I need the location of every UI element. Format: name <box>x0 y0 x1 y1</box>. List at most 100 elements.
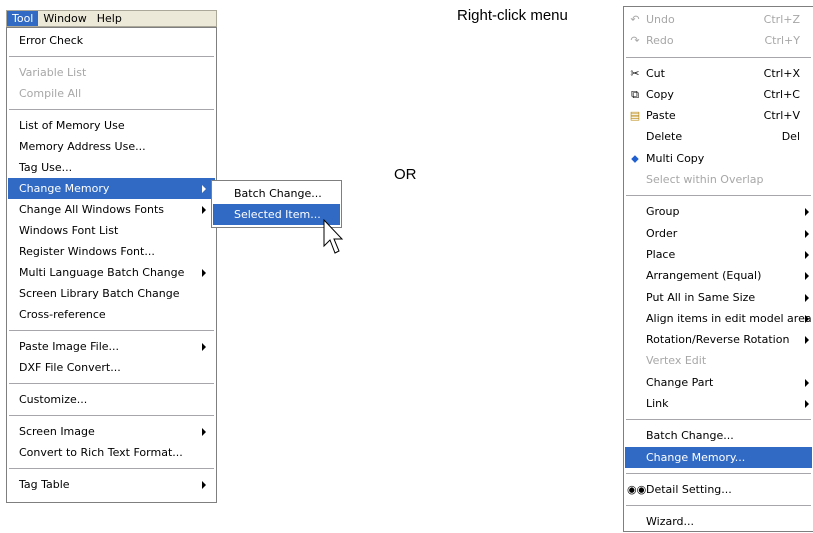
submenu-arrow-icon <box>202 481 206 489</box>
context-item-label: Group <box>646 205 680 219</box>
context-item-label: Cut <box>646 66 665 80</box>
menu-item-cross-reference[interactable]: Cross-reference <box>8 304 215 325</box>
context-item-order[interactable]: Order <box>625 223 812 244</box>
menu-separator <box>9 468 214 469</box>
context-item-place[interactable]: Place <box>625 244 812 265</box>
menu-item-multi-language-batch-change[interactable]: Multi Language Batch Change <box>8 262 215 283</box>
context-item-group[interactable]: Group <box>625 201 812 222</box>
menu-item-dxf-file-convert[interactable]: DXF File Convert... <box>8 357 215 378</box>
or-label: OR <box>394 166 417 183</box>
menu-item-label: Screen Image <box>19 425 95 438</box>
context-item-same-size[interactable]: Put All in Same Size <box>625 287 812 308</box>
submenu-arrow-icon <box>202 185 206 193</box>
context-item-copy[interactable]: ⧉ Copy Ctrl+C <box>625 84 812 105</box>
menu-item-customize[interactable]: Customize... <box>8 389 215 410</box>
context-item-label: Multi Copy <box>646 151 705 165</box>
menu-item-tag-table[interactable]: Tag Table <box>8 474 215 495</box>
menu-item-label: Tag Table <box>19 478 70 491</box>
submenu-arrow-icon <box>805 208 809 217</box>
menu-separator <box>626 419 811 421</box>
menu-item-screen-image[interactable]: Screen Image <box>8 421 215 442</box>
menu-separator <box>9 330 214 331</box>
eyes-icon: ◉◉ <box>627 482 647 496</box>
context-item-redo: ↷ Redo Ctrl+Y <box>625 30 812 51</box>
context-item-change-memory[interactable]: Change Memory... <box>625 446 812 468</box>
submenu-arrow-icon <box>202 343 206 351</box>
context-item-label: Arrangement (Equal) <box>646 269 762 283</box>
context-item-label: Align items in edit model area <box>646 311 812 325</box>
shortcut-label: Ctrl+X <box>763 66 800 80</box>
copy-icon: ⧉ <box>631 87 639 101</box>
context-item-label: Order <box>646 226 678 240</box>
menu-window[interactable]: Window <box>38 11 91 26</box>
scissors-icon: ✂ <box>630 66 640 80</box>
tool-menu: Error Check Variable List Compile All Li… <box>6 27 217 503</box>
shortcut-label: Del <box>781 130 800 144</box>
menu-help[interactable]: Help <box>92 11 127 26</box>
submenu-item-selected-item[interactable]: Selected Item... <box>213 204 340 225</box>
submenu-arrow-icon <box>805 378 809 387</box>
context-item-cut[interactable]: ✂ Cut Ctrl+X <box>625 63 812 84</box>
menu-separator <box>626 505 811 507</box>
submenu-arrow-icon <box>805 314 809 323</box>
redo-icon: ↷ <box>630 34 640 48</box>
submenu-arrow-icon <box>202 206 206 214</box>
rclick-menu-title: Right-click menu <box>457 7 568 24</box>
menu-item-variable-list: Variable List <box>19 66 87 79</box>
menu-item-screen-library-batch-change[interactable]: Screen Library Batch Change <box>8 283 215 304</box>
submenu-arrow-icon <box>805 250 809 259</box>
menu-item-tag-use[interactable]: Tag Use... <box>8 157 215 178</box>
context-item-multi-copy[interactable]: ⬥ Multi Copy <box>625 148 812 169</box>
context-item-change-part[interactable]: Change Part <box>625 372 812 393</box>
menu-item-change-all-fonts[interactable]: Change All Windows Fonts <box>8 199 215 220</box>
context-item-label: Delete <box>646 130 683 144</box>
context-item-select-overlap: Select within Overlap <box>646 173 764 187</box>
shortcut-label: Ctrl+Z <box>763 13 800 26</box>
context-item-detail-setting[interactable]: ◉◉ Detail Setting... <box>625 479 812 500</box>
menu-item-windows-font-list[interactable]: Windows Font List <box>8 220 215 241</box>
shortcut-label: Ctrl+Y <box>764 34 800 48</box>
submenu-arrow-icon <box>805 229 809 238</box>
submenu-arrow-icon <box>805 400 809 409</box>
context-item-batch-change[interactable]: Batch Change... <box>625 425 812 446</box>
menu-item-convert-rtf[interactable]: Convert to Rich Text Format... <box>8 442 215 463</box>
context-item-label: Copy <box>646 87 674 101</box>
menu-item-memory-address-use[interactable]: Memory Address Use... <box>8 136 215 157</box>
menu-item-list-memory-use[interactable]: List of Memory Use <box>8 115 215 136</box>
submenu-item-batch-change[interactable]: Batch Change... <box>213 183 340 204</box>
context-item-vertex-edit: Vertex Edit <box>646 354 707 368</box>
submenu-arrow-icon <box>805 336 809 345</box>
context-item-delete[interactable]: Delete Del <box>625 126 812 147</box>
menu-separator <box>626 56 811 58</box>
multi-copy-icon: ⬥ <box>631 151 639 165</box>
menu-item-label: Paste Image File... <box>19 340 120 353</box>
menu-item-label: Change All Windows Fonts <box>19 203 165 216</box>
mouse-pointer-icon <box>323 219 344 254</box>
menu-item-change-memory[interactable]: Change Memory <box>8 178 215 199</box>
shortcut-label: Ctrl+C <box>763 87 800 101</box>
submenu-arrow-icon <box>202 269 206 277</box>
shortcut-label: Ctrl+V <box>763 109 800 123</box>
context-item-label: Place <box>646 247 676 261</box>
context-item-label: Redo <box>646 34 674 48</box>
menu-separator <box>626 195 811 197</box>
clipboard-icon: ▤ <box>629 109 641 123</box>
context-item-align[interactable]: Align items in edit model area <box>625 308 812 329</box>
menu-item-register-windows-font[interactable]: Register Windows Font... <box>8 241 215 262</box>
menu-item-error-check[interactable]: Error Check <box>8 30 215 51</box>
menu-item-label: Change Memory <box>19 182 110 195</box>
context-item-label: Rotation/Reverse Rotation <box>646 333 790 347</box>
context-item-link[interactable]: Link <box>625 393 812 414</box>
context-item-label: Change Part <box>646 375 714 389</box>
context-item-wizard[interactable]: Wizard... <box>625 511 812 532</box>
undo-icon: ↶ <box>630 13 640 26</box>
context-item-rotation[interactable]: Rotation/Reverse Rotation <box>625 329 812 350</box>
context-item-label: Undo <box>646 13 675 26</box>
context-item-paste[interactable]: ▤ Paste Ctrl+V <box>625 105 812 126</box>
menu-tool[interactable]: Tool <box>7 11 39 26</box>
context-item-undo: ↶ Undo Ctrl+Z <box>625 9 812 30</box>
context-item-label: Detail Setting... <box>646 482 732 496</box>
context-item-arrangement[interactable]: Arrangement (Equal) <box>625 265 812 286</box>
menu-item-paste-image-file[interactable]: Paste Image File... <box>8 336 215 357</box>
context-item-label: Put All in Same Size <box>646 290 756 304</box>
